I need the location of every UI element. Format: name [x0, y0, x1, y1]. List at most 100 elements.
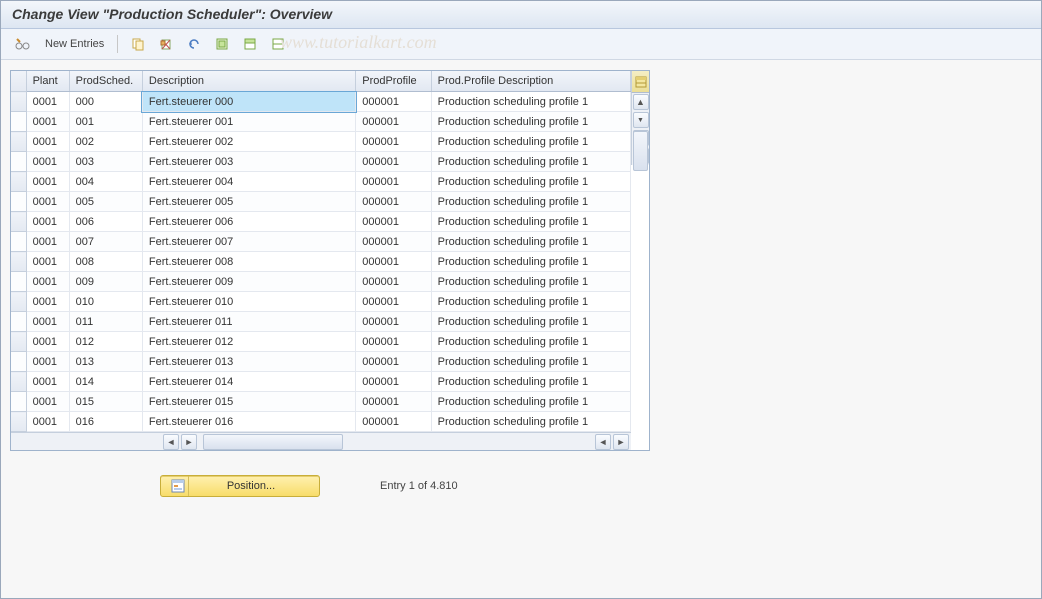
- horizontal-scrollbar[interactable]: ◄ ► ◄ ►: [11, 432, 631, 450]
- deselect-all-button[interactable]: [266, 33, 290, 55]
- cell-plant[interactable]: 0001: [26, 192, 69, 212]
- cell-desc[interactable]: Fert.steuerer 007: [142, 232, 355, 252]
- undo-change-button[interactable]: [182, 33, 206, 55]
- cell-profile[interactable]: 000001: [356, 272, 431, 292]
- hscroll-thumb[interactable]: [203, 434, 343, 450]
- select-block-button[interactable]: [238, 33, 262, 55]
- table-settings-button[interactable]: [631, 71, 649, 93]
- row-selector[interactable]: [11, 92, 26, 112]
- row-selector[interactable]: [11, 192, 26, 212]
- cell-desc[interactable]: Fert.steuerer 004: [142, 172, 355, 192]
- position-button[interactable]: Position...: [160, 475, 320, 497]
- row-selector[interactable]: [11, 112, 26, 132]
- cell-profile[interactable]: 000001: [356, 412, 431, 432]
- cell-plant[interactable]: 0001: [26, 332, 69, 352]
- table-row[interactable]: 0001012Fert.steuerer 012000001Production…: [11, 332, 631, 352]
- row-selector[interactable]: [11, 332, 26, 352]
- scroll-right-icon[interactable]: ►: [181, 434, 197, 450]
- col-header-profile-description[interactable]: Prod.Profile Description: [431, 71, 630, 92]
- cell-sched[interactable]: 013: [69, 352, 142, 372]
- cell-sched[interactable]: 000: [69, 92, 142, 112]
- cell-pdesc[interactable]: Production scheduling profile 1: [431, 192, 630, 212]
- cell-plant[interactable]: 0001: [26, 112, 69, 132]
- scroll-line-up-icon[interactable]: ▼: [633, 112, 649, 128]
- table-row[interactable]: 0001002Fert.steuerer 002000001Production…: [11, 132, 631, 152]
- cell-plant[interactable]: 0001: [26, 272, 69, 292]
- cell-sched[interactable]: 014: [69, 372, 142, 392]
- cell-desc[interactable]: Fert.steuerer 009: [142, 272, 355, 292]
- cell-profile[interactable]: 000001: [356, 332, 431, 352]
- row-selector[interactable]: [11, 252, 26, 272]
- cell-sched[interactable]: 005: [69, 192, 142, 212]
- cell-plant[interactable]: 0001: [26, 372, 69, 392]
- row-selector[interactable]: [11, 212, 26, 232]
- cell-pdesc[interactable]: Production scheduling profile 1: [431, 152, 630, 172]
- cell-sched[interactable]: 009: [69, 272, 142, 292]
- table-row[interactable]: 0001011Fert.steuerer 011000001Production…: [11, 312, 631, 332]
- col-header-prodsched[interactable]: ProdSched.: [69, 71, 142, 92]
- cell-desc[interactable]: Fert.steuerer 006: [142, 212, 355, 232]
- cell-pdesc[interactable]: Production scheduling profile 1: [431, 232, 630, 252]
- cell-plant[interactable]: 0001: [26, 212, 69, 232]
- cell-plant[interactable]: 0001: [26, 312, 69, 332]
- cell-desc[interactable]: Fert.steuerer 003: [142, 152, 355, 172]
- table-row[interactable]: 0001016Fert.steuerer 016000001Production…: [11, 412, 631, 432]
- cell-pdesc[interactable]: Production scheduling profile 1: [431, 212, 630, 232]
- toggle-display-change-button[interactable]: [10, 33, 36, 55]
- cell-profile[interactable]: 000001: [356, 252, 431, 272]
- cell-sched[interactable]: 008: [69, 252, 142, 272]
- cell-sched[interactable]: 016: [69, 412, 142, 432]
- cell-pdesc[interactable]: Production scheduling profile 1: [431, 292, 630, 312]
- row-selector[interactable]: [11, 272, 26, 292]
- table-row[interactable]: 0001015Fert.steuerer 015000001Production…: [11, 392, 631, 412]
- hscroll-track[interactable]: [201, 434, 591, 450]
- cell-desc[interactable]: Fert.steuerer 002: [142, 132, 355, 152]
- cell-plant[interactable]: 0001: [26, 92, 69, 112]
- cell-pdesc[interactable]: Production scheduling profile 1: [431, 172, 630, 192]
- table-row[interactable]: 0001006Fert.steuerer 006000001Production…: [11, 212, 631, 232]
- cell-desc[interactable]: Fert.steuerer 013: [142, 352, 355, 372]
- cell-desc[interactable]: Fert.steuerer 011: [142, 312, 355, 332]
- scroll-left-icon[interactable]: ◄: [163, 434, 179, 450]
- table-row[interactable]: 0001008Fert.steuerer 008000001Production…: [11, 252, 631, 272]
- table-row[interactable]: 0001014Fert.steuerer 014000001Production…: [11, 372, 631, 392]
- delete-button[interactable]: [154, 33, 178, 55]
- table-row[interactable]: 0001005Fert.steuerer 005000001Production…: [11, 192, 631, 212]
- cell-profile[interactable]: 000001: [356, 92, 431, 112]
- cell-pdesc[interactable]: Production scheduling profile 1: [431, 112, 630, 132]
- cell-pdesc[interactable]: Production scheduling profile 1: [431, 412, 630, 432]
- cell-profile[interactable]: 000001: [356, 312, 431, 332]
- col-header-description[interactable]: Description: [142, 71, 355, 92]
- cell-sched[interactable]: 011: [69, 312, 142, 332]
- row-selector-header[interactable]: [11, 71, 26, 92]
- cell-plant[interactable]: 0001: [26, 232, 69, 252]
- cell-sched[interactable]: 006: [69, 212, 142, 232]
- cell-sched[interactable]: 004: [69, 172, 142, 192]
- cell-pdesc[interactable]: Production scheduling profile 1: [431, 312, 630, 332]
- cell-pdesc[interactable]: Production scheduling profile 1: [431, 332, 630, 352]
- copy-as-button[interactable]: [126, 33, 150, 55]
- row-selector[interactable]: [11, 392, 26, 412]
- cell-sched[interactable]: 002: [69, 132, 142, 152]
- cell-plant[interactable]: 0001: [26, 412, 69, 432]
- row-selector[interactable]: [11, 232, 26, 252]
- new-entries-button[interactable]: New Entries: [40, 33, 109, 55]
- table-row[interactable]: 0001013Fert.steuerer 013000001Production…: [11, 352, 631, 372]
- scroll-left-end-icon[interactable]: ◄: [595, 434, 611, 450]
- cell-profile[interactable]: 000001: [356, 192, 431, 212]
- row-selector[interactable]: [11, 312, 26, 332]
- cell-profile[interactable]: 000001: [356, 352, 431, 372]
- cell-profile[interactable]: 000001: [356, 372, 431, 392]
- cell-plant[interactable]: 0001: [26, 252, 69, 272]
- cell-plant[interactable]: 0001: [26, 392, 69, 412]
- cell-plant[interactable]: 0001: [26, 132, 69, 152]
- cell-desc[interactable]: Fert.steuerer 012: [142, 332, 355, 352]
- table-row[interactable]: 0001009Fert.steuerer 009000001Production…: [11, 272, 631, 292]
- row-selector[interactable]: [11, 132, 26, 152]
- vscroll-thumb[interactable]: [633, 131, 648, 171]
- cell-pdesc[interactable]: Production scheduling profile 1: [431, 392, 630, 412]
- table-row[interactable]: 0001007Fert.steuerer 007000001Production…: [11, 232, 631, 252]
- cell-profile[interactable]: 000001: [356, 172, 431, 192]
- cell-pdesc[interactable]: Production scheduling profile 1: [431, 352, 630, 372]
- cell-profile[interactable]: 000001: [356, 392, 431, 412]
